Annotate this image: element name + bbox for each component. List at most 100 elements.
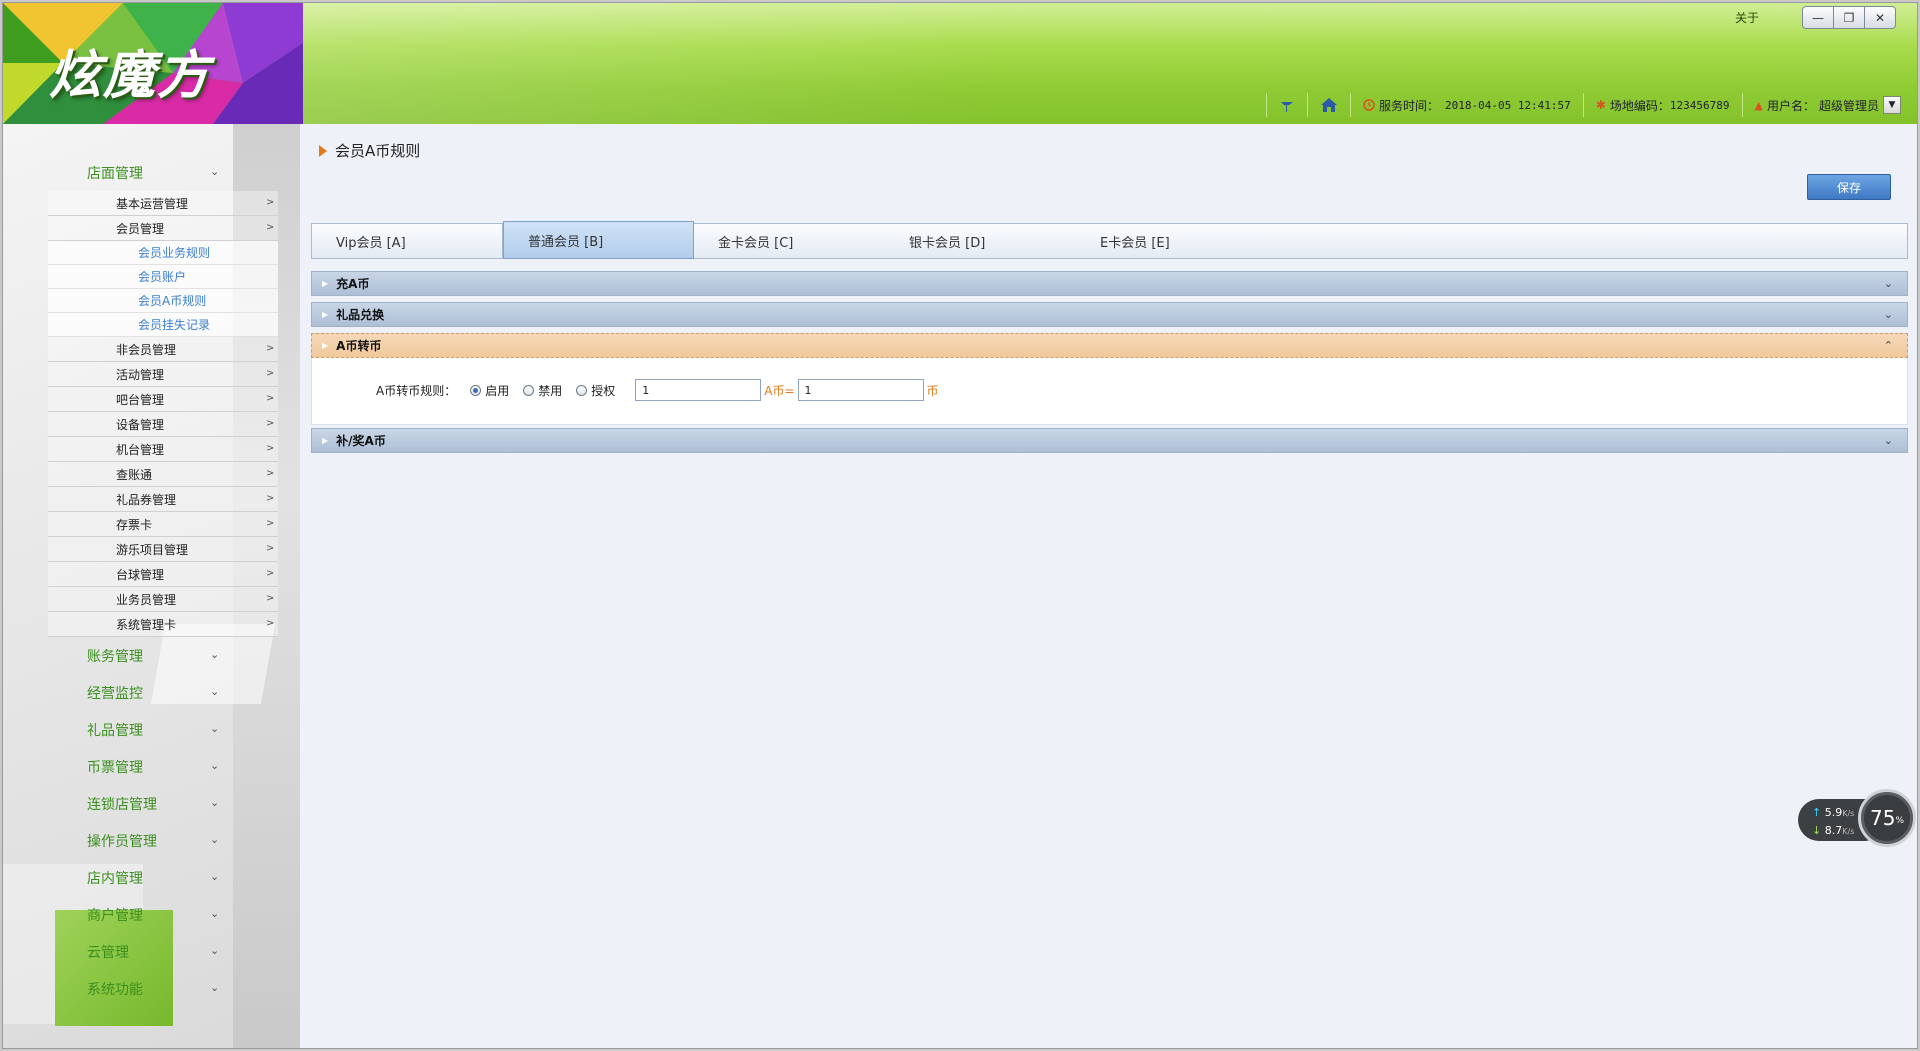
coin-suffix: 币 (926, 383, 939, 398)
submenu-item-label: 机台管理 (116, 442, 165, 457)
submenu-item-label: 会员账户 (138, 270, 187, 284)
save-button[interactable]: 保存 (1807, 174, 1891, 200)
chevron-down-icon: ⌄ (210, 648, 220, 661)
usage-percent: 75 (1869, 806, 1896, 830)
submenu-item[interactable]: 台球管理 > (48, 562, 278, 587)
radio-authorize[interactable]: 授权 (576, 382, 615, 399)
rule-label: A币转币规则： (376, 383, 457, 398)
tab-silver[interactable]: 银卡会员 [D] (885, 224, 1076, 258)
minimize-button[interactable]: — (1802, 6, 1834, 29)
submenu-item-label: 非会员管理 (116, 342, 177, 357)
sidebar-item[interactable]: 账务管理 ⌄ (3, 637, 300, 674)
arrow-down-icon: ↓ (1812, 824, 1822, 837)
chevron-up-icon: ⌃ (1883, 339, 1893, 352)
member-submenu-item[interactable]: 会员账户 (48, 265, 278, 289)
submenu-item[interactable]: 查账通 > (48, 462, 278, 487)
submenu-item-member-management[interactable]: 会员管理 > (48, 216, 278, 241)
section-header[interactable]: ▶ 充A币 ⌄ (311, 271, 1908, 296)
triangle-right-icon: ▶ (322, 436, 329, 445)
sidebar-item[interactable]: 系统功能 ⌄ (3, 970, 300, 1007)
submenu-item[interactable]: 活动管理 > (48, 362, 278, 387)
chevron-down-icon: ⌄ (210, 796, 220, 809)
status-bar: 服务时间： 2018-04-05 12:41:57 ✱ 场地编码： 123456… (1254, 92, 1901, 118)
tab-gold[interactable]: 金卡会员 [C] (694, 224, 885, 258)
transfer-rule-row: A币转币规则： 启用 禁用 授权 A币= 币 (376, 379, 942, 401)
radio-icon (470, 384, 482, 396)
triangle-right-icon: ▶ (322, 279, 329, 288)
submenu-item[interactable]: 礼品券管理 > (48, 487, 278, 512)
user-dropdown-button[interactable]: ▼ (1883, 96, 1901, 114)
site-code-label: 场地编码： (1609, 98, 1670, 113)
chevron-right-icon: > (266, 543, 275, 554)
about-link[interactable]: 关于 (1735, 9, 1759, 26)
chevron-down-icon: ⌄ (210, 722, 220, 735)
sidebar-item[interactable]: 礼品管理 ⌄ (3, 711, 300, 748)
store-submenu: 基本运营管理 > 会员管理 > 会员业务规则 会员账户 会员A币规则 会员挂失记录 … (48, 191, 278, 637)
sidebar-item[interactable]: 商户管理 ⌄ (3, 896, 300, 933)
chevron-down-icon: ⌄ (1883, 308, 1893, 321)
window-controls: — ❐ ✕ (1802, 6, 1896, 29)
a-coin-input[interactable] (635, 379, 762, 401)
radio-label: 启用 (485, 383, 510, 398)
submenu-item[interactable]: 存票卡 > (48, 512, 278, 537)
submenu-item[interactable]: 游乐项目管理 > (48, 537, 278, 562)
member-submenu-item[interactable]: 会员业务规则 (48, 241, 278, 265)
submenu-item[interactable]: 吧台管理 > (48, 387, 278, 412)
submenu-item[interactable]: 非会员管理 > (48, 337, 278, 362)
pin-icon[interactable] (1279, 97, 1295, 113)
member-submenu-item-active[interactable]: 会员A币规则 (48, 289, 278, 313)
radio-icon (523, 384, 535, 396)
divider (1741, 93, 1743, 117)
restore-icon: ❐ (1843, 10, 1855, 25)
a-coin-suffix: A币= (764, 383, 795, 398)
sidebar-item-store-management[interactable]: 店面管理 ⌄ (3, 154, 300, 191)
sidebar-item[interactable]: 操作员管理 ⌄ (3, 822, 300, 859)
net-speed-widget[interactable]: ↑ 5.9K/s ↓ 8.7K/s 75% (1798, 789, 1916, 849)
tab-vip[interactable]: Vip会员 [A] (312, 224, 503, 258)
tab-normal[interactable]: 普通会员 [B] (503, 221, 694, 259)
service-time-label: 服务时间： (1378, 98, 1439, 113)
close-button[interactable]: ✕ (1864, 6, 1896, 29)
submenu-item[interactable]: 基本运营管理 > (48, 191, 278, 216)
submenu-item-label: 系统管理卡 (116, 617, 177, 632)
tab-e-card[interactable]: E卡会员 [E] (1076, 224, 1267, 258)
coin-input[interactable] (797, 379, 924, 401)
submenu-item[interactable]: 机台管理 > (48, 437, 278, 462)
section-header[interactable]: ▶ A币转币 ⌃ (311, 333, 1908, 358)
divider (1265, 93, 1267, 117)
upload-speed: 5.9 (1824, 806, 1843, 819)
sidebar-item-label: 店面管理 (87, 165, 143, 182)
chevron-right-icon: > (266, 618, 275, 629)
home-icon[interactable] (1320, 97, 1338, 113)
chevron-right-icon: > (266, 443, 275, 454)
chevron-right-icon: > (266, 518, 275, 529)
section-header[interactable]: ▶ 补/奖A币 ⌄ (311, 428, 1908, 453)
submenu-item[interactable]: 业务员管理 > (48, 587, 278, 612)
submenu-item-label: 吧台管理 (116, 392, 165, 407)
submenu-item[interactable]: 系统管理卡 > (48, 612, 278, 637)
section-gift: ▶ 礼品兑换 ⌄ (311, 302, 1908, 327)
section-header[interactable]: ▶ 礼品兑换 ⌄ (311, 302, 1908, 327)
sidebar-item-label: 操作员管理 (87, 833, 157, 850)
submenu-item[interactable]: 设备管理 > (48, 412, 278, 437)
service-time-value: 2018-04-05 12:41:57 (1444, 98, 1571, 112)
sidebar-item[interactable]: 云管理 ⌄ (3, 933, 300, 970)
chevron-down-icon: ⌄ (210, 944, 220, 957)
member-submenu-item[interactable]: 会员挂失记录 (48, 313, 278, 337)
sidebar-item-label: 经营监控 (87, 685, 143, 702)
sidebar-item[interactable]: 经营监控 ⌄ (3, 674, 300, 711)
chevron-right-icon: > (266, 222, 275, 233)
sidebar-item[interactable]: 币票管理 ⌄ (3, 748, 300, 785)
section-body: A币转币规则： 启用 禁用 授权 A币= 币 (311, 358, 1908, 425)
radio-disable[interactable]: 禁用 (523, 382, 562, 399)
app-window: 炫魔方 关于 — ❐ ✕ 服务时间： 2018-04-05 12:41:57 ✱… (2, 2, 1918, 1049)
chevron-down-icon: ▼ (1888, 100, 1896, 110)
sidebar-item[interactable]: 店内管理 ⌄ (3, 859, 300, 896)
page-title-text: 会员A币规则 (335, 142, 421, 160)
percent-unit: % (1895, 816, 1904, 826)
submenu-item-label: 存票卡 (116, 517, 153, 532)
restore-button[interactable]: ❐ (1833, 6, 1865, 29)
radio-enable[interactable]: 启用 (470, 382, 509, 399)
username-value: 超级管理员 (1818, 98, 1879, 113)
sidebar-item[interactable]: 连锁店管理 ⌄ (3, 785, 300, 822)
